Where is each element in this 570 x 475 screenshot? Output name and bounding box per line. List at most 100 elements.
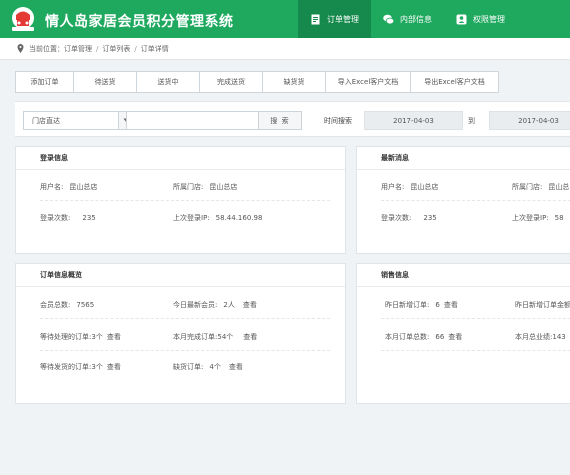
- panel-title: 销售信息: [357, 264, 570, 287]
- view-link[interactable]: 查看: [107, 363, 121, 371]
- awaiting-shipment-label: 等待发货的订单:: [40, 363, 92, 371]
- store-label: 所属门店:: [173, 183, 204, 191]
- store-value: 昆山总: [548, 183, 570, 191]
- tab-pending-delivery[interactable]: 待送货: [74, 71, 137, 93]
- new-members-row: 今日最新会员: 2人 查看: [173, 300, 257, 310]
- search-button[interactable]: 搜 索: [258, 111, 302, 130]
- login-count-row: 登录次数: 235: [381, 213, 437, 223]
- date-from-field[interactable]: 2017-04-03: [364, 111, 463, 130]
- nav-internal-info[interactable]: 内部信息: [371, 0, 444, 38]
- login-count-label: 登录次数:: [40, 214, 71, 222]
- nav-order-management[interactable]: 订单管理: [298, 0, 371, 38]
- sales-info-panel: 销售信息 昨日新增订单: 6 查看 昨日新增订单金额 本月订单总数: 66 查看 本月总…: [356, 263, 570, 404]
- tab-export-excel[interactable]: 导出Excel客户文档: [411, 71, 499, 93]
- view-link[interactable]: 查看: [107, 333, 121, 341]
- breadcrumb-separator: /: [96, 44, 99, 53]
- new-members-value: 2人: [223, 301, 235, 309]
- row-divider: [381, 318, 570, 319]
- member-total-value: 7565: [76, 301, 95, 309]
- order-overview-panel: 订单信息概览 会员总数: 7565 今日最新会员: 2人 查看 等待处理的订单:3个查…: [15, 263, 346, 404]
- login-info-panel: 登录信息 用户名: 昆山总店 所属门店: 昆山总店 登录次数: 235 上次登录IP:…: [15, 146, 346, 254]
- username-label: 用户名:: [40, 183, 64, 191]
- yesterday-orders-label: 昨日新增订单:: [385, 301, 430, 309]
- last-ip-label: 上次登录IP:: [512, 214, 549, 222]
- login-count-label: 登录次数:: [381, 214, 412, 222]
- view-link[interactable]: 查看: [243, 301, 257, 309]
- nav-label: 内部信息: [400, 14, 432, 24]
- month-total-row: 本月总业绩:143: [515, 332, 566, 342]
- nav-label: 权限管理: [473, 14, 505, 24]
- document-icon: [311, 14, 320, 24]
- completed-orders-row: 本月完成订单:54个 查看: [173, 332, 257, 342]
- panel-title: 订单信息概览: [16, 264, 345, 287]
- breadcrumb-item-order-list[interactable]: 订单列表: [102, 44, 130, 54]
- row-divider: [381, 350, 570, 351]
- yesterday-amount-row: 昨日新增订单金额: [515, 300, 570, 310]
- nav-label: 订单管理: [327, 14, 359, 24]
- username-value: 昆山总店: [69, 183, 98, 191]
- panel-title: 登录信息: [16, 147, 345, 170]
- tab-out-of-stock[interactable]: 缺货货: [263, 71, 326, 93]
- user-icon: [456, 14, 467, 24]
- breadcrumb-item-order-management[interactable]: 订单管理: [64, 44, 92, 54]
- username-label: 用户名:: [381, 183, 405, 191]
- view-link[interactable]: 查看: [444, 301, 458, 309]
- yesterday-orders-row: 昨日新增订单: 6 查看: [385, 300, 458, 310]
- last-ip-row: 上次登录IP: 58.44.160.98: [173, 213, 262, 223]
- time-search-label: 时间搜索: [324, 117, 352, 125]
- breadcrumb-prefix: 当前位置：: [29, 44, 64, 53]
- yesterday-orders-value: 6: [435, 301, 440, 309]
- view-link[interactable]: 查看: [229, 363, 243, 371]
- username-value: 昆山总店: [410, 183, 439, 191]
- view-link[interactable]: 查看: [448, 333, 462, 341]
- last-ip-value: 58: [554, 214, 564, 222]
- latest-news-panel: 最新消息 用户名: 昆山总店 所属门店: 昆山总 登录次数: 235 上次登录IP: 5…: [356, 146, 570, 254]
- tab-import-excel[interactable]: 导入Excel客户文档: [326, 71, 411, 93]
- store-label: 所属门店:: [512, 183, 543, 191]
- store-value: 昆山总店: [209, 183, 238, 191]
- awaiting-shipment-row: 等待发货的订单:3个 查看: [40, 362, 121, 372]
- completed-orders-label: 本月完成订单:: [173, 333, 218, 341]
- username-row: 用户名: 昆山总店: [40, 182, 97, 192]
- top-header: 情人岛家居会员积分管理系统 订单管理 内部信息 权限管理: [0, 0, 570, 38]
- last-ip-row: 上次登录IP: 58: [512, 213, 564, 223]
- yesterday-amount-label: 昨日新增订单金额: [515, 301, 570, 309]
- pending-orders-row: 等待处理的订单:3个 查看: [40, 332, 121, 342]
- store-row: 所属门店: 昆山总店: [173, 182, 237, 192]
- tab-add-order[interactable]: 添加订单: [15, 71, 74, 93]
- tab-delivering[interactable]: 送货中: [137, 71, 200, 93]
- pending-orders-label: 等待处理的订单:: [40, 333, 92, 341]
- row-divider: [40, 200, 330, 201]
- date-to-field[interactable]: 2017-04-03: [489, 111, 570, 130]
- new-members-label: 今日最新会员:: [173, 301, 218, 309]
- awaiting-shipment-value: 3个: [91, 363, 103, 371]
- month-total-value: 143: [552, 333, 566, 341]
- action-tabs: 添加订单 待送货 送货中 完成送货 缺货货 导入Excel客户文档 导出Exce…: [15, 71, 499, 93]
- member-total-label: 会员总数:: [40, 301, 71, 309]
- last-ip-value: 58.44.160.98: [215, 214, 263, 222]
- tab-delivered[interactable]: 完成送货: [200, 71, 263, 93]
- logo-icon: [12, 7, 34, 31]
- member-total-row: 会员总数: 7565: [40, 300, 94, 310]
- completed-orders-value: 54个: [217, 333, 234, 341]
- last-ip-label: 上次登录IP:: [173, 214, 210, 222]
- store-select[interactable]: 门店直达: [23, 111, 119, 130]
- breadcrumb: 当前位置： 订单管理 / 订单列表 / 订单详情: [0, 38, 570, 60]
- month-orders-value: 66: [435, 333, 445, 341]
- breadcrumb-item-order-detail: 订单详情: [140, 44, 169, 53]
- month-orders-row: 本月订单总数: 66 查看: [385, 332, 462, 342]
- search-bar: 门店直达 搜 索 时间搜索 2017-04-03 到 2017-04-03: [15, 101, 570, 137]
- date-to-label: 到: [468, 117, 475, 125]
- app-title: 情人岛家居会员积分管理系统: [45, 14, 234, 30]
- view-link[interactable]: 查看: [243, 333, 257, 341]
- search-input[interactable]: [126, 111, 260, 130]
- panel-title: 最新消息: [357, 147, 570, 170]
- row-divider: [381, 200, 570, 201]
- row-divider: [40, 318, 330, 319]
- shortage-orders-value: 4个: [209, 363, 221, 371]
- location-pin-icon: [17, 44, 24, 53]
- store-row: 所属门店: 昆山总: [512, 182, 569, 192]
- nav-permission-management[interactable]: 权限管理: [444, 0, 517, 38]
- chat-bubbles-icon: [383, 14, 394, 24]
- month-total-label: 本月总业绩:: [515, 333, 553, 341]
